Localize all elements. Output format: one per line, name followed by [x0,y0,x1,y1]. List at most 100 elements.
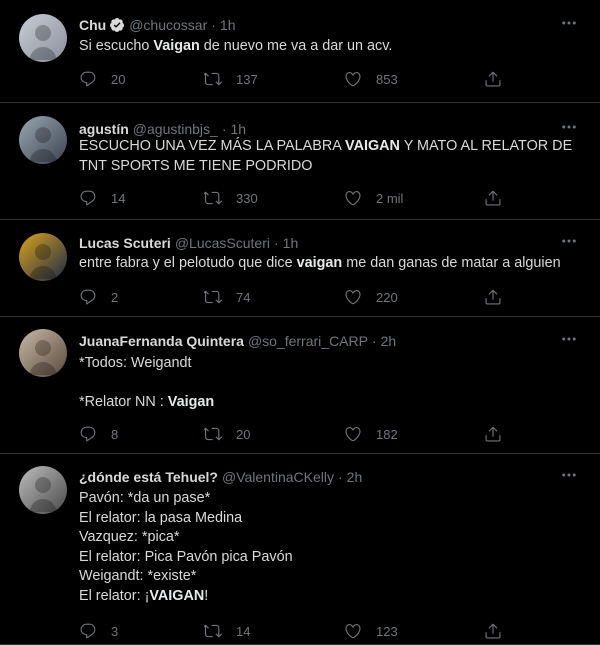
text-segment: me dan ganas de matar a alguien [342,255,561,271]
share-icon [484,622,502,640]
reply-button[interactable]: 8 [79,425,118,443]
retweet-icon [204,189,222,207]
like-button[interactable]: 182 [344,425,398,443]
like-button[interactable]: 220 [344,288,398,306]
tweet-content: JuanaFernanda Quintera @so_ferrari_CARP · 2… [79,332,586,413]
tweet-text-line: TNT SPORTS ME TIENE PODRIDO [79,157,586,177]
more-icon[interactable] [560,466,582,484]
tweet-text-line: El relator: Pica Pavón pica Pavón [79,548,586,568]
text-segment: ! [204,587,209,604]
tweet-text-line: El relator: ¡VAIGAN! [79,587,586,607]
reply-button[interactable]: 14 [79,189,125,207]
user-handle[interactable]: @LucasScuteri [175,234,270,252]
reply-icon [79,189,97,207]
heart-icon [344,70,362,88]
user-handle[interactable]: @ValentinaCKelly [222,468,334,486]
tweet-feed: Chu @chucossar · 1h Si escucho Vaigan de nue… [0,0,600,645]
tweet-text-line: Pavón: *da un pase* [79,489,586,509]
more-icon[interactable] [560,232,582,250]
avatar[interactable] [19,466,67,514]
display-name[interactable]: Chu [79,16,106,34]
tweet[interactable]: ¿dónde está Tehuel? @ValentinaCKelly · 2h Pa… [0,454,600,645]
tweet-text: *Todos: Weigandt *Relator NN : Vaigan [79,354,586,413]
share-icon [484,70,502,88]
retweet-button[interactable]: 74 [204,288,250,306]
tweet-text-line: Vazquez: *pica* [79,528,586,548]
tweet-content: agustín @agustinbjs_ · 1h ESCUCHO UNA VEZ MÁ… [79,120,586,176]
heart-icon [344,425,362,443]
highlighted-word: VAIGAN [345,138,400,154]
like-button[interactable]: 123 [344,622,398,640]
more-icon[interactable] [560,330,582,348]
text-segment: entre fabra y el pelotudo que dice [79,255,297,271]
tweet[interactable]: JuanaFernanda Quintera @so_ferrari_CARP · 2… [0,317,600,454]
share-icon [484,189,502,207]
display-name[interactable]: ¿dónde está Tehuel? [79,468,218,486]
retweet-icon [204,70,222,88]
highlighted-word: VAIGAN [149,587,205,604]
share-button[interactable] [484,425,502,443]
text-segment: ESCUCHO UNA VEZ MÁS LA PALABRA [79,138,346,154]
share-button[interactable] [484,288,502,306]
timestamp[interactable]: 1h [220,16,236,34]
text-segment: *Relator NN : [79,394,168,410]
text-segment: Weigandt: *existe* [79,568,197,584]
tweet-text: Pavón: *da un pase* El relator: la pasa M… [79,489,586,606]
share-button[interactable] [484,70,502,88]
more-icon[interactable] [560,118,582,136]
timestamp[interactable]: 1h [283,234,299,252]
avatar[interactable] [19,116,67,164]
like-button-count: 220 [376,289,398,305]
reply-button-count: 14 [111,190,126,206]
timestamp[interactable]: 2h [347,468,363,486]
reply-button-count: 8 [111,426,119,442]
display-name[interactable]: Lucas Scuteri [79,234,171,252]
tweet[interactable]: Chu @chucossar · 1h Si escucho Vaigan de nue… [0,0,600,103]
text-segment: El relator: la pasa Medina [79,509,243,526]
avatar[interactable] [19,14,67,62]
like-button-count: 123 [376,623,398,639]
reply-button[interactable]: 20 [79,70,125,88]
text-segment: Vazquez: *pica* [79,529,180,545]
like-button[interactable]: 853 [344,70,398,88]
tweet-header: agustín @agustinbjs_ · 1h [79,120,586,138]
share-button[interactable] [484,622,502,640]
reply-button-count: 3 [111,623,119,639]
retweet-button-count: 74 [236,289,251,305]
tweet-text-line: entre fabra y el pelotudo que dice vaiga… [79,254,586,274]
tweet-header: Lucas Scuteri @LucasScuteri · 1h [79,234,586,252]
timestamp[interactable]: 1h [231,120,247,138]
user-handle[interactable]: @chucossar [129,16,207,34]
display-name[interactable]: JuanaFernanda Quintera [79,332,244,350]
tweet-text: Si escucho Vaigan de nuevo me va a dar u… [79,37,586,57]
tweet[interactable]: Lucas Scuteri @LucasScuteri · 1h entre fabra… [0,220,600,317]
user-handle[interactable]: @agustinbjs_ [133,120,218,138]
display-name[interactable]: agustín [79,120,129,138]
reply-button[interactable]: 3 [79,622,118,640]
reply-icon [79,70,97,88]
retweet-button[interactable]: 330 [204,189,258,207]
retweet-icon [204,288,222,306]
timestamp[interactable]: 2h [381,332,397,350]
separator-dot: · [211,17,216,33]
retweet-button[interactable]: 137 [204,70,258,88]
text-segment: El relator: Pica Pavón pica Pavón [79,548,293,565]
reply-icon [79,622,97,640]
share-icon [484,425,502,443]
like-button[interactable]: 2 mil [344,189,403,207]
tweet-content: Chu @chucossar · 1h Si escucho Vaigan de nue… [79,16,586,57]
retweet-button[interactable]: 14 [204,622,250,640]
tweet-text: ESCUCHO UNA VEZ MÁS LA PALABRA VAIGAN Y … [79,137,586,176]
avatar[interactable] [19,329,67,377]
tweet-text: entre fabra y el pelotudo que dice vaiga… [79,254,586,274]
share-icon [484,288,502,306]
share-button[interactable] [484,189,502,207]
more-icon[interactable] [560,14,582,32]
retweet-button[interactable]: 20 [204,425,250,443]
tweet[interactable]: agustín @agustinbjs_ · 1h ESCUCHO UNA VEZ MÁ… [0,103,600,220]
highlighted-word: vaigan [296,255,343,271]
avatar[interactable] [19,233,67,281]
reply-button[interactable]: 2 [79,288,118,306]
user-handle[interactable]: @so_ferrari_CARP [248,332,368,350]
heart-icon [344,288,362,306]
